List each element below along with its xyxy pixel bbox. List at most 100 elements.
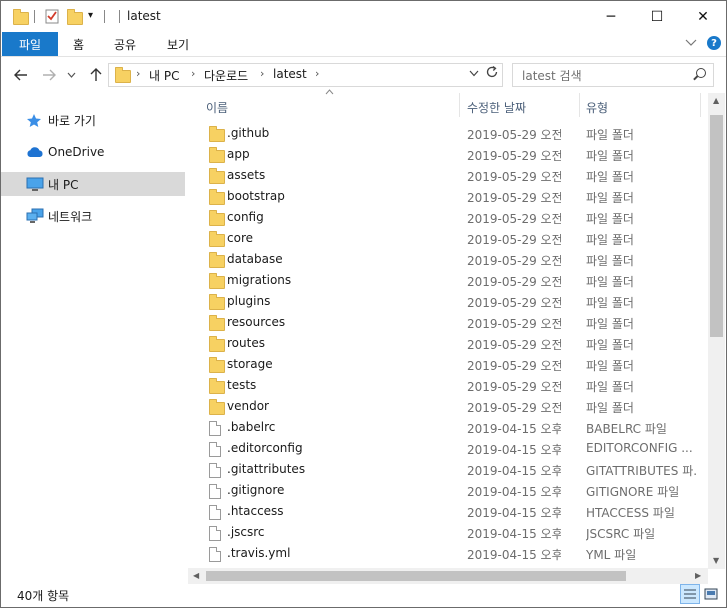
list-item[interactable]: vendor 2019-05-29 오전 1:34 파일 폴더 (187, 396, 707, 417)
file-date: 2019-05-29 오전 1:34 (467, 170, 561, 184)
folder-icon (209, 189, 225, 205)
folder-icon (209, 126, 225, 142)
list-item[interactable]: resources 2019-05-29 오전 1:34 파일 폴더 (187, 312, 707, 333)
sidebar-item-quick-access[interactable]: 바로 가기 (1, 108, 185, 132)
list-item[interactable]: routes 2019-05-29 오전 1:34 파일 폴더 (187, 333, 707, 354)
search-box[interactable]: latest 검색 (512, 63, 714, 87)
list-item[interactable]: assets 2019-05-29 오전 1:34 파일 폴더 (187, 165, 707, 186)
list-item[interactable]: .editorconfig 2019-04-15 오후 3:02 EDITORCON… (187, 438, 707, 459)
back-button[interactable] (10, 65, 32, 85)
list-item[interactable]: .travis.yml 2019-04-15 오후 3:02 YML 파일 (187, 543, 707, 564)
chevron-down-icon[interactable] (685, 37, 697, 50)
scroll-right-icon[interactable]: ▶ (695, 571, 701, 580)
close-button[interactable]: ✕ (680, 1, 726, 32)
list-item[interactable]: .gitignore 2019-04-15 오후 3:02 GITIGNORE 파일 (187, 480, 707, 501)
horizontal-scrollbar[interactable]: ◀ ▶ (188, 568, 708, 584)
list-item[interactable]: .github 2019-05-29 오전 1:34 파일 폴더 (187, 123, 707, 144)
file-icon (209, 505, 221, 520)
breadcrumb-this-pc[interactable]: 내 PC (149, 67, 179, 84)
folder-icon (209, 273, 225, 289)
list-item[interactable]: config 2019-05-29 오전 1:34 파일 폴더 (187, 207, 707, 228)
tab-view[interactable]: 보기 (167, 32, 189, 56)
column-header-name[interactable]: 이름 (206, 95, 228, 119)
list-item[interactable]: .htaccess 2019-04-15 오후 3:02 HTACCESS 파일 (187, 501, 707, 522)
scroll-left-icon[interactable]: ◀ (193, 571, 199, 580)
breadcrumb-separator-icon[interactable]: › (315, 67, 319, 80)
list-item[interactable]: .babelrc 2019-04-15 오후 3:02 BABELRC 파일 (187, 417, 707, 438)
breadcrumb-downloads[interactable]: 다운로드 (204, 67, 248, 84)
file-type: 파일 폴더 (586, 338, 634, 352)
sidebar-item-onedrive[interactable]: OneDrive (1, 140, 185, 164)
file-date: 2019-05-29 오전 1:34 (467, 233, 561, 247)
file-name: assets (227, 168, 266, 182)
file-name: storage (227, 357, 273, 371)
tab-home[interactable]: 홈 (73, 32, 84, 56)
file-name: config (227, 210, 264, 224)
column-header-date[interactable]: 수정한 날짜 (467, 95, 526, 119)
list-item[interactable]: plugins 2019-05-29 오전 1:34 파일 폴더 (187, 291, 707, 312)
search-icon[interactable] (696, 68, 706, 78)
list-item[interactable]: app 2019-05-29 오전 1:34 파일 폴더 (187, 144, 707, 165)
up-button[interactable] (85, 65, 107, 85)
file-type: BABELRC 파일 (586, 422, 667, 436)
breadcrumb-separator-icon[interactable]: › (136, 67, 140, 80)
column-divider[interactable] (459, 93, 460, 117)
file-type: 파일 폴더 (586, 170, 634, 184)
file-name: resources (227, 315, 286, 329)
scroll-up-icon[interactable]: ▲ (713, 96, 719, 105)
file-date: 2019-05-29 오전 1:34 (467, 212, 561, 226)
list-item[interactable]: .gitattributes 2019-04-15 오후 3:02 GITATTRI… (187, 459, 707, 480)
network-icon (26, 208, 44, 223)
address-bar[interactable]: › 내 PC › 다운로드 › latest › (108, 63, 503, 87)
forward-button[interactable] (38, 65, 60, 85)
file-type: GITATTRIBUTES 파... (586, 464, 698, 478)
breadcrumb-latest[interactable]: latest (273, 67, 307, 81)
file-date: 2019-04-15 오후 3:02 (467, 527, 561, 541)
list-item[interactable]: core 2019-05-29 오전 1:34 파일 폴더 (187, 228, 707, 249)
folder-icon (209, 357, 225, 373)
column-header-type[interactable]: 유형 (586, 95, 608, 119)
horizontal-scrollbar-thumb[interactable] (206, 571, 626, 581)
file-name: database (227, 252, 283, 266)
search-input[interactable]: latest 검색 (522, 67, 582, 84)
column-divider[interactable] (579, 93, 580, 117)
list-item[interactable]: database 2019-05-29 오전 1:34 파일 폴더 (187, 249, 707, 270)
sidebar-item-this-pc[interactable]: 내 PC (1, 172, 185, 196)
title-bar: ▾ latest ─ ☐ ✕ (1, 1, 726, 32)
file-type: YML 파일 (586, 548, 637, 562)
file-name: .jscsrc (227, 525, 265, 539)
scroll-down-icon[interactable]: ▼ (713, 556, 719, 565)
breadcrumb-separator-icon[interactable]: › (191, 67, 195, 80)
properties-icon[interactable] (45, 8, 59, 26)
file-icon (209, 526, 221, 541)
customize-toolbar-dropdown-icon[interactable]: ▾ (88, 10, 93, 28)
folder-icon (209, 336, 225, 352)
large-icons-view-icon[interactable] (701, 584, 721, 604)
list-item[interactable]: migrations 2019-05-29 오전 1:34 파일 폴더 (187, 270, 707, 291)
maximize-button[interactable]: ☐ (634, 1, 680, 32)
tab-share[interactable]: 공유 (114, 32, 136, 56)
vertical-scrollbar-thumb[interactable] (710, 115, 723, 337)
list-item[interactable]: storage 2019-05-29 오전 1:34 파일 폴더 (187, 354, 707, 375)
breadcrumb-separator-icon[interactable]: › (260, 67, 264, 80)
recent-locations-dropdown-icon[interactable] (60, 65, 82, 85)
minimize-button[interactable]: ─ (588, 1, 634, 32)
address-history-dropdown-icon[interactable] (469, 67, 479, 80)
help-icon[interactable]: ? (707, 36, 721, 50)
list-item[interactable]: bootstrap 2019-05-29 오전 1:34 파일 폴더 (187, 186, 707, 207)
list-item[interactable]: tests 2019-05-29 오전 1:34 파일 폴더 (187, 375, 707, 396)
tab-file[interactable]: 파일 (2, 32, 58, 56)
refresh-icon[interactable] (485, 65, 499, 83)
file-type: GITIGNORE 파일 (586, 485, 680, 499)
details-view-icon[interactable] (680, 584, 700, 604)
divider (34, 10, 35, 23)
vertical-scrollbar[interactable]: ▲ ▼ (708, 93, 725, 569)
list-item[interactable]: .jscsrc 2019-04-15 오후 3:02 JSCSRC 파일 (187, 522, 707, 543)
window-title: latest (127, 9, 161, 23)
sidebar-item-network[interactable]: 네트워크 (1, 204, 185, 228)
file-icon (209, 442, 221, 457)
file-date: 2019-05-29 오전 1:34 (467, 359, 561, 373)
new-folder-icon[interactable] (67, 8, 83, 26)
column-divider[interactable] (700, 93, 701, 117)
explorer-window: ▾ latest ─ ☐ ✕ 파일 홈 공유 보기 ? › 내 PC › 다운로… (0, 0, 727, 608)
